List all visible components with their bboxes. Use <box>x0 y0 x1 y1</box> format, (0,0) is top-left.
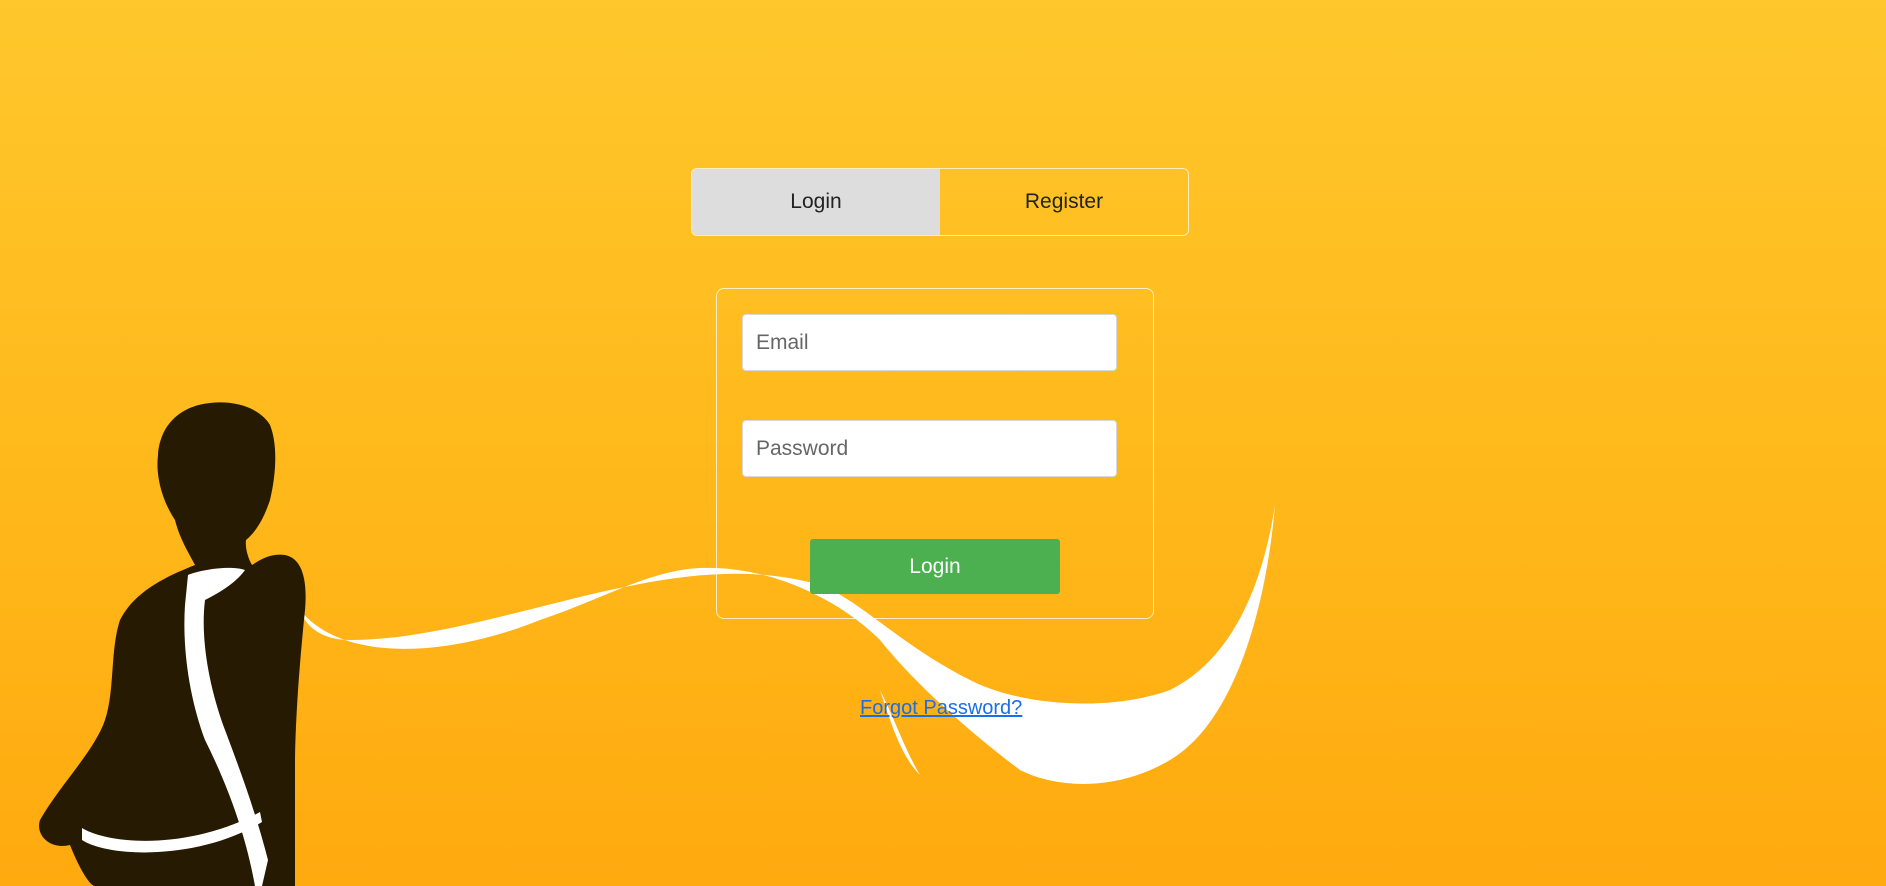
login-button[interactable]: Login <box>810 539 1060 594</box>
login-form: Login <box>716 288 1154 619</box>
email-input[interactable] <box>742 314 1117 371</box>
forgot-password-link[interactable]: Forgot Password? <box>860 697 1022 720</box>
belt <box>82 812 262 853</box>
tab-login[interactable]: Login <box>692 169 940 235</box>
password-input[interactable] <box>742 420 1117 477</box>
auth-tabs: Login Register <box>691 168 1189 236</box>
neck-scarf <box>184 567 268 886</box>
tab-register[interactable]: Register <box>940 169 1188 235</box>
woman-silhouette <box>39 402 306 886</box>
